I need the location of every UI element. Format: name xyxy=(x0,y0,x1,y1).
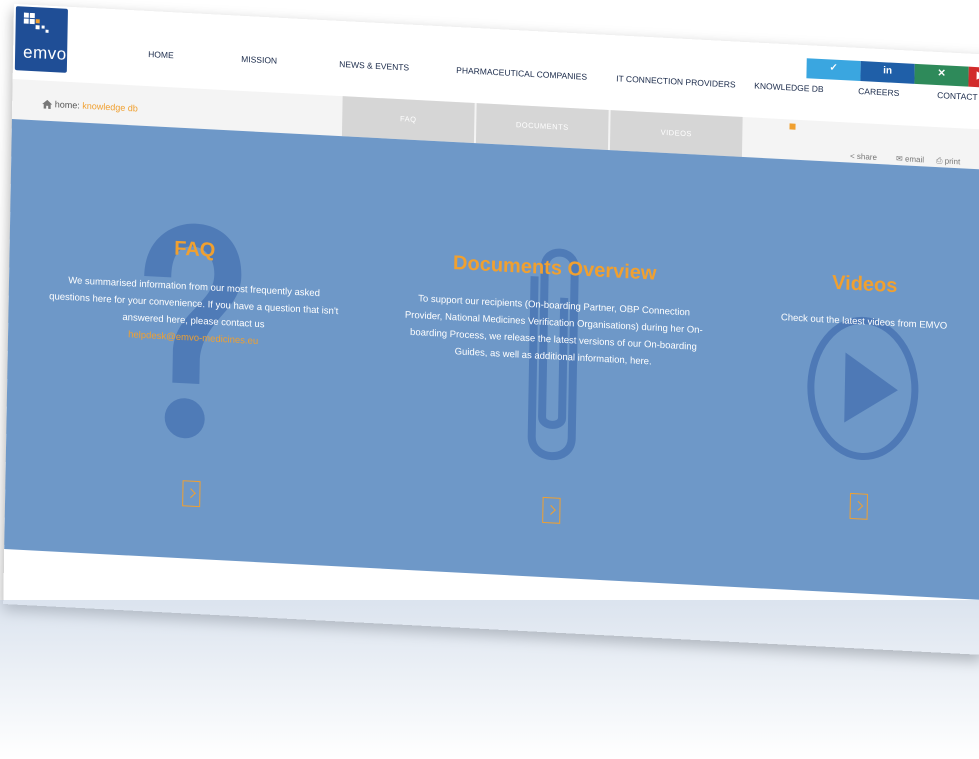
breadcrumb-current: knowledge db xyxy=(82,100,138,114)
tab-videos[interactable]: VIDEOS xyxy=(609,110,743,157)
videos-arrow-button[interactable] xyxy=(849,492,868,520)
email-link[interactable]: ✉ email xyxy=(896,154,924,164)
documents-arrow-button[interactable] xyxy=(542,496,561,524)
videos-title: Videos xyxy=(831,271,898,298)
logo-text: emvo xyxy=(22,42,67,64)
faq-description: We summarised information from our most … xyxy=(49,275,339,331)
page-reflection xyxy=(0,600,979,759)
share-icon: < xyxy=(849,151,855,161)
email-icon: ✉ xyxy=(895,153,903,164)
twitter-icon: ✓ xyxy=(829,62,838,74)
nav-it-connection-providers[interactable]: IT CONNECTION PROVIDERS xyxy=(616,73,736,89)
nav-pharmaceutical-companies[interactable]: PHARMACEUTICAL COMPANIES xyxy=(456,65,587,82)
print-label: print xyxy=(944,156,961,167)
documents-text: To support our recipients (On-boarding P… xyxy=(404,293,703,368)
xing-icon: ✕ xyxy=(937,68,946,80)
play-video-icon xyxy=(807,316,919,461)
active-nav-marker xyxy=(789,123,796,130)
print-link[interactable]: ⎙ print xyxy=(936,156,960,167)
nav-contact[interactable]: CONTACT xyxy=(937,90,978,102)
linkedin-icon: in xyxy=(883,65,893,77)
linkedin-button[interactable]: in xyxy=(860,61,915,84)
faq-text: We summarised information from our most … xyxy=(48,271,339,354)
youtube-button[interactable]: ▶ xyxy=(968,66,979,88)
home-icon[interactable] xyxy=(42,99,53,110)
nav-careers[interactable]: CAREERS xyxy=(858,86,899,98)
nav-mission[interactable]: MISSION xyxy=(241,54,277,66)
website-page: emvo HOME MISSION NEWS & EVENTS PHARMACE… xyxy=(3,4,979,655)
screenshot-scene: emvo HOME MISSION NEWS & EVENTS PHARMACE… xyxy=(0,0,979,759)
faq-arrow-button[interactable] xyxy=(182,480,201,508)
share-link[interactable]: < share xyxy=(850,152,877,162)
tab-documents[interactable]: DOCUMENTS xyxy=(475,103,609,150)
breadcrumb-prefix[interactable]: home: xyxy=(55,99,80,110)
documents-section: Documents Overview To support our recipi… xyxy=(399,140,707,586)
videos-section: Videos Check out the latest videos from … xyxy=(764,159,962,599)
email-label: email xyxy=(904,154,925,165)
nav-news-events[interactable]: NEWS & EVENTS xyxy=(339,59,409,73)
emvo-logo[interactable]: emvo xyxy=(14,6,68,73)
print-icon: ⎙ xyxy=(935,156,943,166)
logo-mark-icon xyxy=(23,12,49,33)
xing-button[interactable]: ✕ xyxy=(914,63,969,87)
faq-section: FAQ We summarised information from our m… xyxy=(44,121,342,566)
twitter-button[interactable]: ✓ xyxy=(806,58,861,82)
nav-home[interactable]: HOME xyxy=(148,49,174,60)
nav-knowledge-db[interactable]: KNOWLEDGE DB xyxy=(754,81,824,95)
share-label: share xyxy=(856,151,878,162)
main-nav: HOME MISSION NEWS & EVENTS PHARMACEUTICA… xyxy=(14,4,979,102)
tab-faq[interactable]: FAQ xyxy=(341,96,475,144)
knowledge-hero: FAQ We summarised information from our m… xyxy=(4,119,979,600)
youtube-icon: ▶ xyxy=(976,70,979,82)
breadcrumb: home: knowledge db xyxy=(42,99,138,114)
